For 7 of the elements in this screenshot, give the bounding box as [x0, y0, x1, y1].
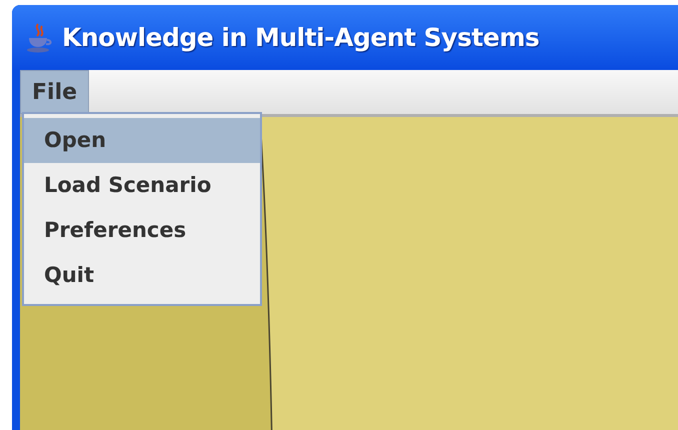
window-title: Knowledge in Multi-Agent Systems [62, 22, 540, 54]
menu-item[interactable]: Open [24, 118, 260, 163]
file-menu[interactable]: File [20, 70, 90, 114]
menu-item[interactable]: Load Scenario [24, 163, 260, 208]
menu-item[interactable]: Preferences [24, 208, 260, 253]
coffee-cup-icon [24, 22, 54, 54]
menu-item[interactable]: Quit [24, 253, 260, 298]
